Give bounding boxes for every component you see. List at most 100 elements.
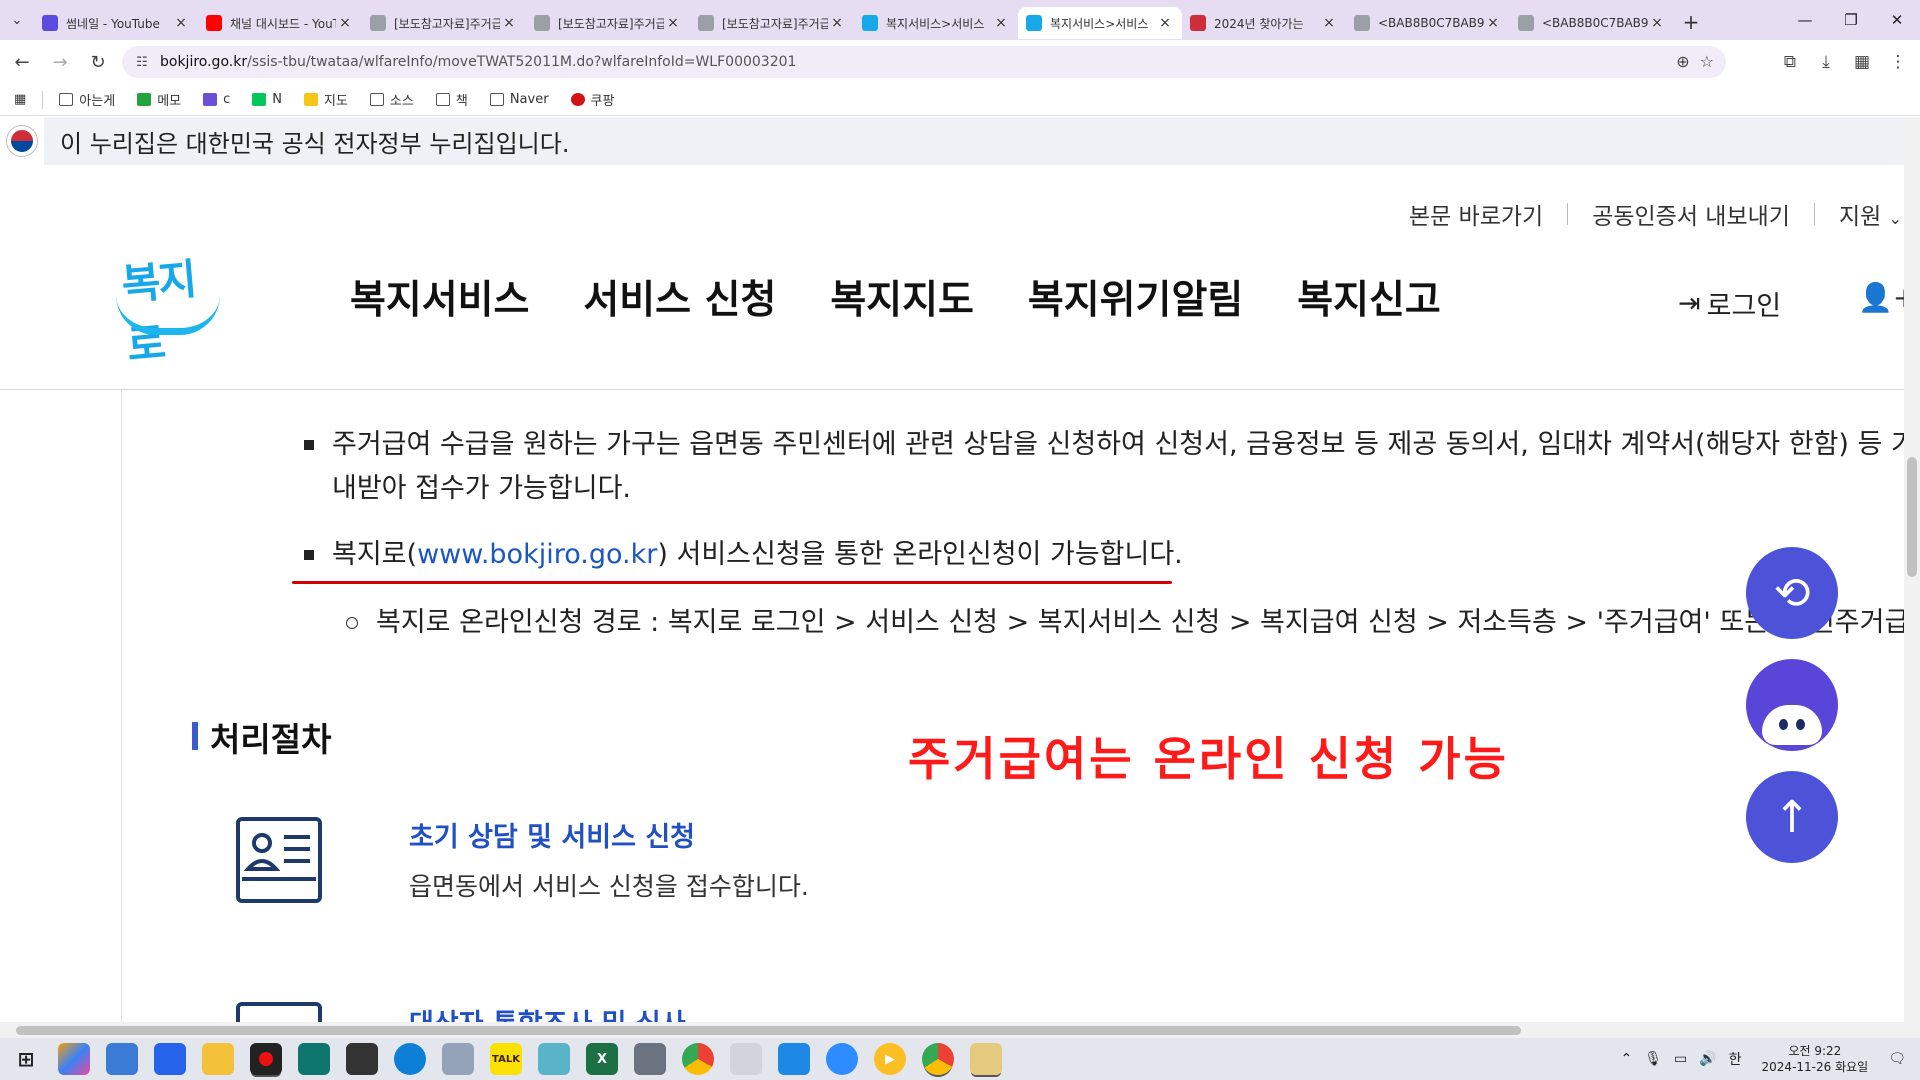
browser-tab[interactable]: 썸네일 - YouTube × [34, 7, 198, 39]
tab-close-icon[interactable]: × [336, 15, 354, 31]
volume-icon[interactable]: 🔊 [1699, 1051, 1716, 1067]
tab-title: 썸네일 - YouTube [66, 16, 160, 31]
bookmark-item[interactable]: 지도 [304, 90, 348, 109]
bookmark-item[interactable]: c [203, 90, 230, 109]
profile-icon[interactable]: ▦ [1846, 46, 1878, 78]
site-info-icon[interactable]: ☷ [132, 55, 152, 70]
bullet-2-suffix: ) 서비스신청을 통한 온라인신청이 가능합니다. [657, 539, 1183, 570]
chrome-active-icon[interactable] [922, 1043, 954, 1075]
gov-banner-text: 이 누리집은 대한민국 공식 전자정부 누리집입니다. [60, 129, 570, 158]
clock-time: 오전 9:22 [1788, 1044, 1842, 1058]
snipping-tool-icon[interactable] [730, 1043, 762, 1075]
tab-close-icon[interactable]: × [664, 15, 682, 31]
monitor-icon[interactable]: ▭ [1674, 1051, 1687, 1067]
close-window-button[interactable]: ✕ [1874, 0, 1920, 40]
widgets-icon[interactable] [154, 1043, 186, 1075]
davinci-icon[interactable] [346, 1043, 378, 1075]
download-icon[interactable]: ⤓ [1810, 46, 1842, 78]
notification-icon[interactable]: 🗨 [1888, 1051, 1906, 1067]
browser-tab[interactable]: 복지서비스>서비스 × [854, 7, 1018, 39]
login-button[interactable]: ⇥ 로그인 [1678, 284, 1781, 323]
nav-crisis-alert[interactable]: 복지위기알림 [1028, 269, 1243, 325]
tab-close-icon[interactable]: × [1484, 15, 1502, 31]
nav-service-apply[interactable]: 서비스 신청 [583, 269, 776, 325]
forward-button[interactable]: → [44, 46, 76, 78]
copilot-icon[interactable] [58, 1043, 90, 1075]
back-button[interactable]: ← [6, 46, 38, 78]
nav-welfare-report[interactable]: 복지신고 [1297, 269, 1441, 325]
browser-tab[interactable]: 2024년 찾아가는 × [1182, 7, 1346, 39]
tab-close-icon[interactable]: × [828, 15, 846, 31]
browser-tab[interactable]: [보도참고자료]주거급여× [526, 7, 690, 39]
bokjiro-logo[interactable]: 복지로 [112, 247, 227, 370]
bookmark-label: 메모 [157, 94, 182, 109]
bookmark-item[interactable]: N [252, 90, 282, 109]
bookmark-star-icon[interactable]: ☆ [1700, 52, 1714, 71]
bullet-text-1b: 내받아 접수가 가능합니다. [332, 473, 631, 504]
file-explorer-icon[interactable] [202, 1043, 234, 1075]
chrome-icon[interactable] [682, 1043, 714, 1075]
chatbot-button[interactable] [1746, 659, 1838, 751]
nav-welfare-map[interactable]: 복지지도 [830, 269, 974, 325]
tab-search-button[interactable]: ⌄ [0, 6, 34, 34]
bookmark-item[interactable]: 아는게 [59, 90, 115, 109]
nav-welfare-service[interactable]: 복지서비스 [350, 269, 529, 325]
menu-icon[interactable]: ⋮ [1882, 46, 1914, 78]
browser-tab[interactable]: <BAB8B0C7BAB9 × [1346, 7, 1510, 39]
scroll-top-button[interactable]: ↑ [1746, 771, 1838, 863]
tab-close-icon[interactable]: × [992, 15, 1010, 31]
export-certificate-link[interactable]: 공동인증서 내보내기 [1592, 197, 1790, 231]
kakaotalk-icon[interactable]: TALK [490, 1043, 522, 1075]
bookmark-item[interactable]: Naver [489, 90, 549, 109]
tab-close-icon[interactable]: × [1320, 15, 1338, 31]
tab-title: 채널 대시보드 - YouTube [230, 16, 336, 31]
excel-icon[interactable]: X [586, 1043, 618, 1075]
minimize-button[interactable]: — [1782, 0, 1828, 40]
tab-close-icon[interactable]: × [500, 15, 518, 31]
tab-favicon-icon [42, 15, 58, 31]
skip-to-content-link[interactable]: 본문 바로가기 [1409, 197, 1543, 231]
ime-indicator[interactable]: 한 [1729, 1049, 1742, 1069]
microphone-icon[interactable]: 🎙 [1644, 1051, 1662, 1067]
support-menu[interactable]: 지원 ⌄ [1839, 197, 1902, 231]
task-view-icon[interactable] [106, 1043, 138, 1075]
app-icon[interactable] [298, 1043, 330, 1075]
tab-close-icon[interactable]: × [1156, 15, 1174, 31]
horizontal-scrollbar[interactable] [0, 1022, 1904, 1038]
extensions-icon[interactable]: ⧉ [1774, 46, 1806, 78]
zoom-icon[interactable] [826, 1043, 858, 1075]
bookmark-item[interactable]: 책 [435, 90, 468, 109]
apps-icon[interactable]: ▦ [14, 92, 26, 107]
login-icon: ⇥ [1678, 288, 1701, 319]
step-1-title: 초기 상담 및 서비스 신청 [409, 822, 695, 853]
browser-tab[interactable]: 채널 대시보드 - YouTube× [198, 7, 362, 39]
start-button[interactable]: ⊞ [10, 1043, 42, 1075]
browser-tab[interactable]: [보도참고자료]주거급여× [690, 7, 854, 39]
tab-close-icon[interactable]: × [1648, 15, 1666, 31]
new-tab-button[interactable]: + [1674, 10, 1708, 34]
app-icon-2[interactable] [778, 1043, 810, 1075]
browser-tab[interactable]: <BAB8B0C7BAB9 × [1510, 7, 1674, 39]
bookmark-item[interactable]: 쿠팡 [570, 90, 614, 109]
bookmark-item[interactable]: 메모 [137, 90, 181, 109]
calculator-icon[interactable] [634, 1043, 666, 1075]
clock[interactable]: 오전 9:22 2024-11-26 화요일 [1762, 1043, 1869, 1075]
bookmark-item[interactable]: 소스 [369, 90, 414, 109]
paint-icon[interactable] [442, 1043, 474, 1075]
browser-tab[interactable]: 복지서비스>서비스 × [1018, 7, 1182, 39]
address-bar[interactable]: ☷ bokjiro.go.kr/ssis-tbu/twataa/wlfareIn… [122, 46, 1726, 78]
app-icon-3[interactable] [970, 1043, 1002, 1075]
reload-button[interactable]: ↻ [82, 46, 114, 78]
recorder-icon[interactable] [250, 1043, 282, 1075]
recent-history-button[interactable]: ⟲ [1746, 547, 1838, 639]
player-icon[interactable]: ▶ [874, 1043, 906, 1075]
bokjiro-link[interactable]: www.bokjiro.go.kr [417, 539, 657, 570]
vertical-scrollbar[interactable] [1904, 117, 1920, 1038]
zoom-icon[interactable]: ⊕ [1676, 52, 1689, 71]
edge-icon[interactable] [394, 1043, 426, 1075]
chevron-up-icon[interactable]: ⌃ [1620, 1051, 1632, 1067]
tab-close-icon[interactable]: × [172, 15, 190, 31]
notepad-icon[interactable] [538, 1043, 570, 1075]
browser-tab[interactable]: [보도참고자료]주거급여× [362, 7, 526, 39]
restore-button[interactable]: ❐ [1828, 0, 1874, 40]
